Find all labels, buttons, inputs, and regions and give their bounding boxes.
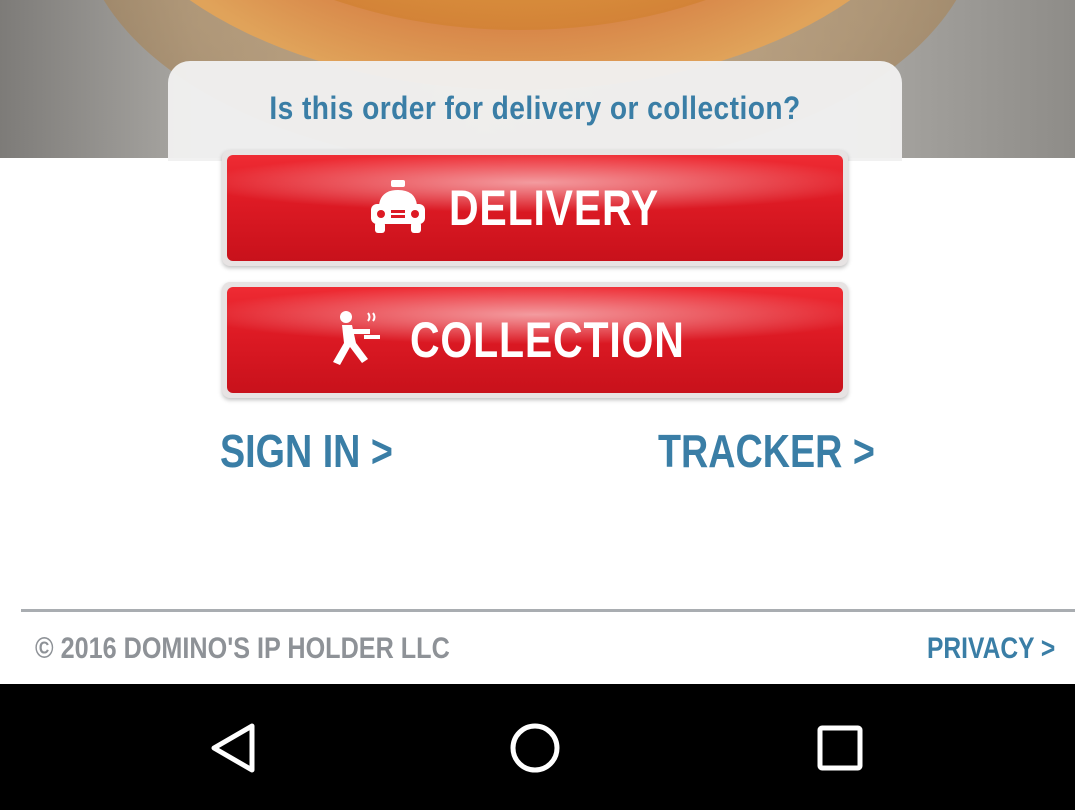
delivery-button-label: DELIVERY [448,180,659,236]
collection-button[interactable]: COLLECTION [222,282,848,398]
collection-button-label: COLLECTION [409,312,685,368]
sign-in-link[interactable]: SIGN IN > [220,424,393,478]
privacy-link[interactable]: PRIVACY > [927,632,1055,666]
copyright-text: © 2016 DOMINO'S IP HOLDER LLC [35,632,450,665]
home-circle-icon [505,723,565,780]
home-button[interactable] [505,720,565,776]
order-type-question: Is this order for delivery or collection… [269,90,801,126]
back-triangle-icon [204,723,264,780]
collection-button-face[interactable]: COLLECTION [227,287,843,393]
delivery-button[interactable]: DELIVERY [222,150,848,266]
tracker-link[interactable]: TRACKER > [658,424,875,478]
delivery-button-face[interactable]: DELIVERY [227,155,843,261]
footer-divider [21,609,1075,612]
recent-apps-button[interactable] [810,720,870,776]
carryout-person-icon [326,307,392,373]
recent-apps-square-icon [810,725,870,780]
back-button[interactable] [204,720,264,776]
android-navigation-bar [0,684,1075,810]
delivery-car-icon [365,175,431,241]
